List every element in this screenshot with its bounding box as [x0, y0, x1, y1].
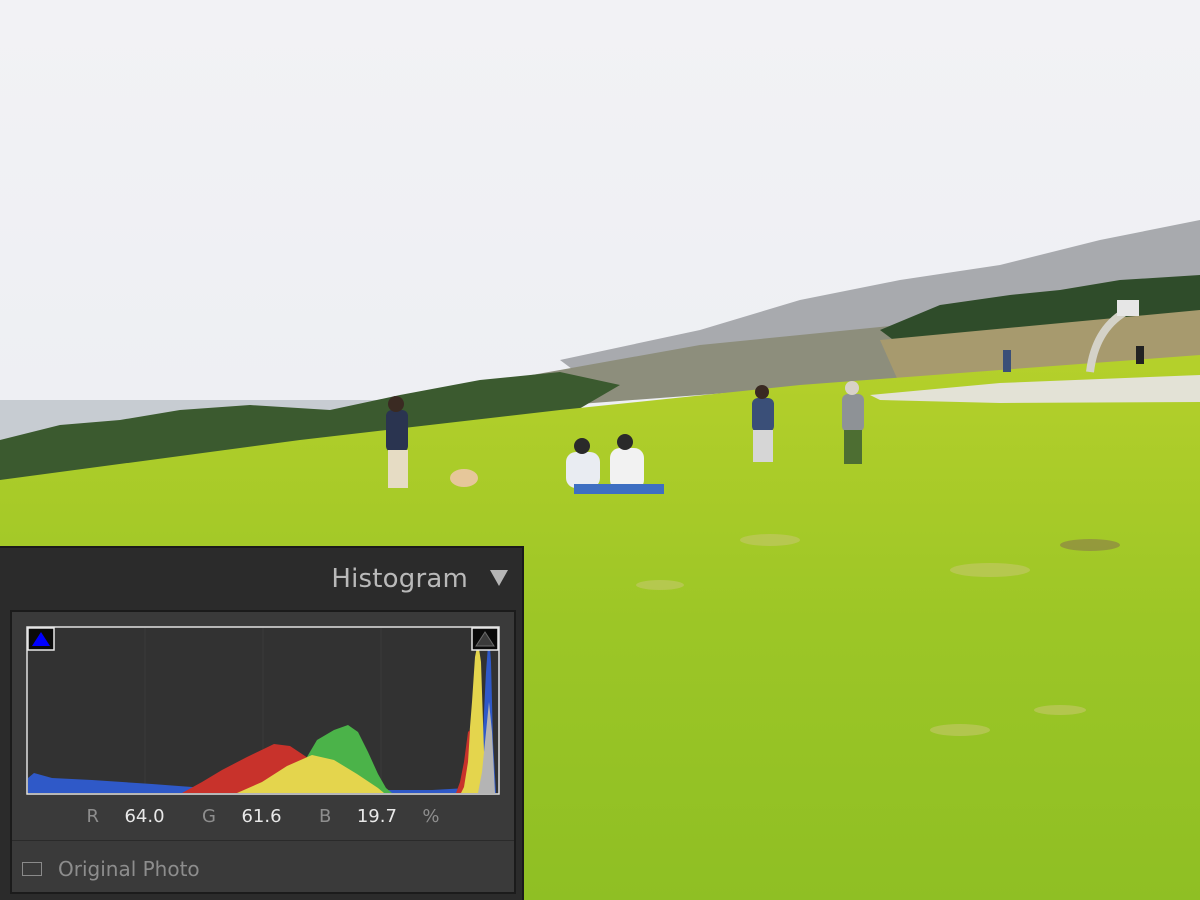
g-label: G [202, 806, 216, 827]
b-label: B [319, 806, 332, 827]
original-photo-checkbox[interactable] [22, 862, 42, 876]
histogram-display: R 64.0 G 61.6 B 19.7 % Original Photo [10, 610, 516, 894]
r-label: R [86, 806, 100, 827]
percent-unit: % [422, 806, 440, 827]
rgb-readout: R 64.0 G 61.6 B 19.7 % [12, 806, 514, 838]
shadow-clipping-indicator[interactable] [27, 627, 55, 651]
histogram-graph [26, 626, 500, 795]
highlight-clipping-indicator[interactable] [471, 627, 499, 651]
divider [12, 840, 514, 841]
histogram-panel-header[interactable]: Histogram [0, 548, 522, 610]
panel-title: Histogram [331, 564, 468, 594]
r-value: 64.0 [124, 806, 165, 827]
g-value: 61.6 [241, 806, 282, 827]
basketball-backboard [1117, 300, 1139, 316]
original-photo-label: Original Photo [58, 857, 200, 881]
histogram-panel: Histogram R 64.0 G 61.6 B 19.7 % Origina… [0, 546, 524, 900]
triangle-down-icon[interactable] [490, 570, 508, 586]
b-value: 19.7 [356, 806, 397, 827]
